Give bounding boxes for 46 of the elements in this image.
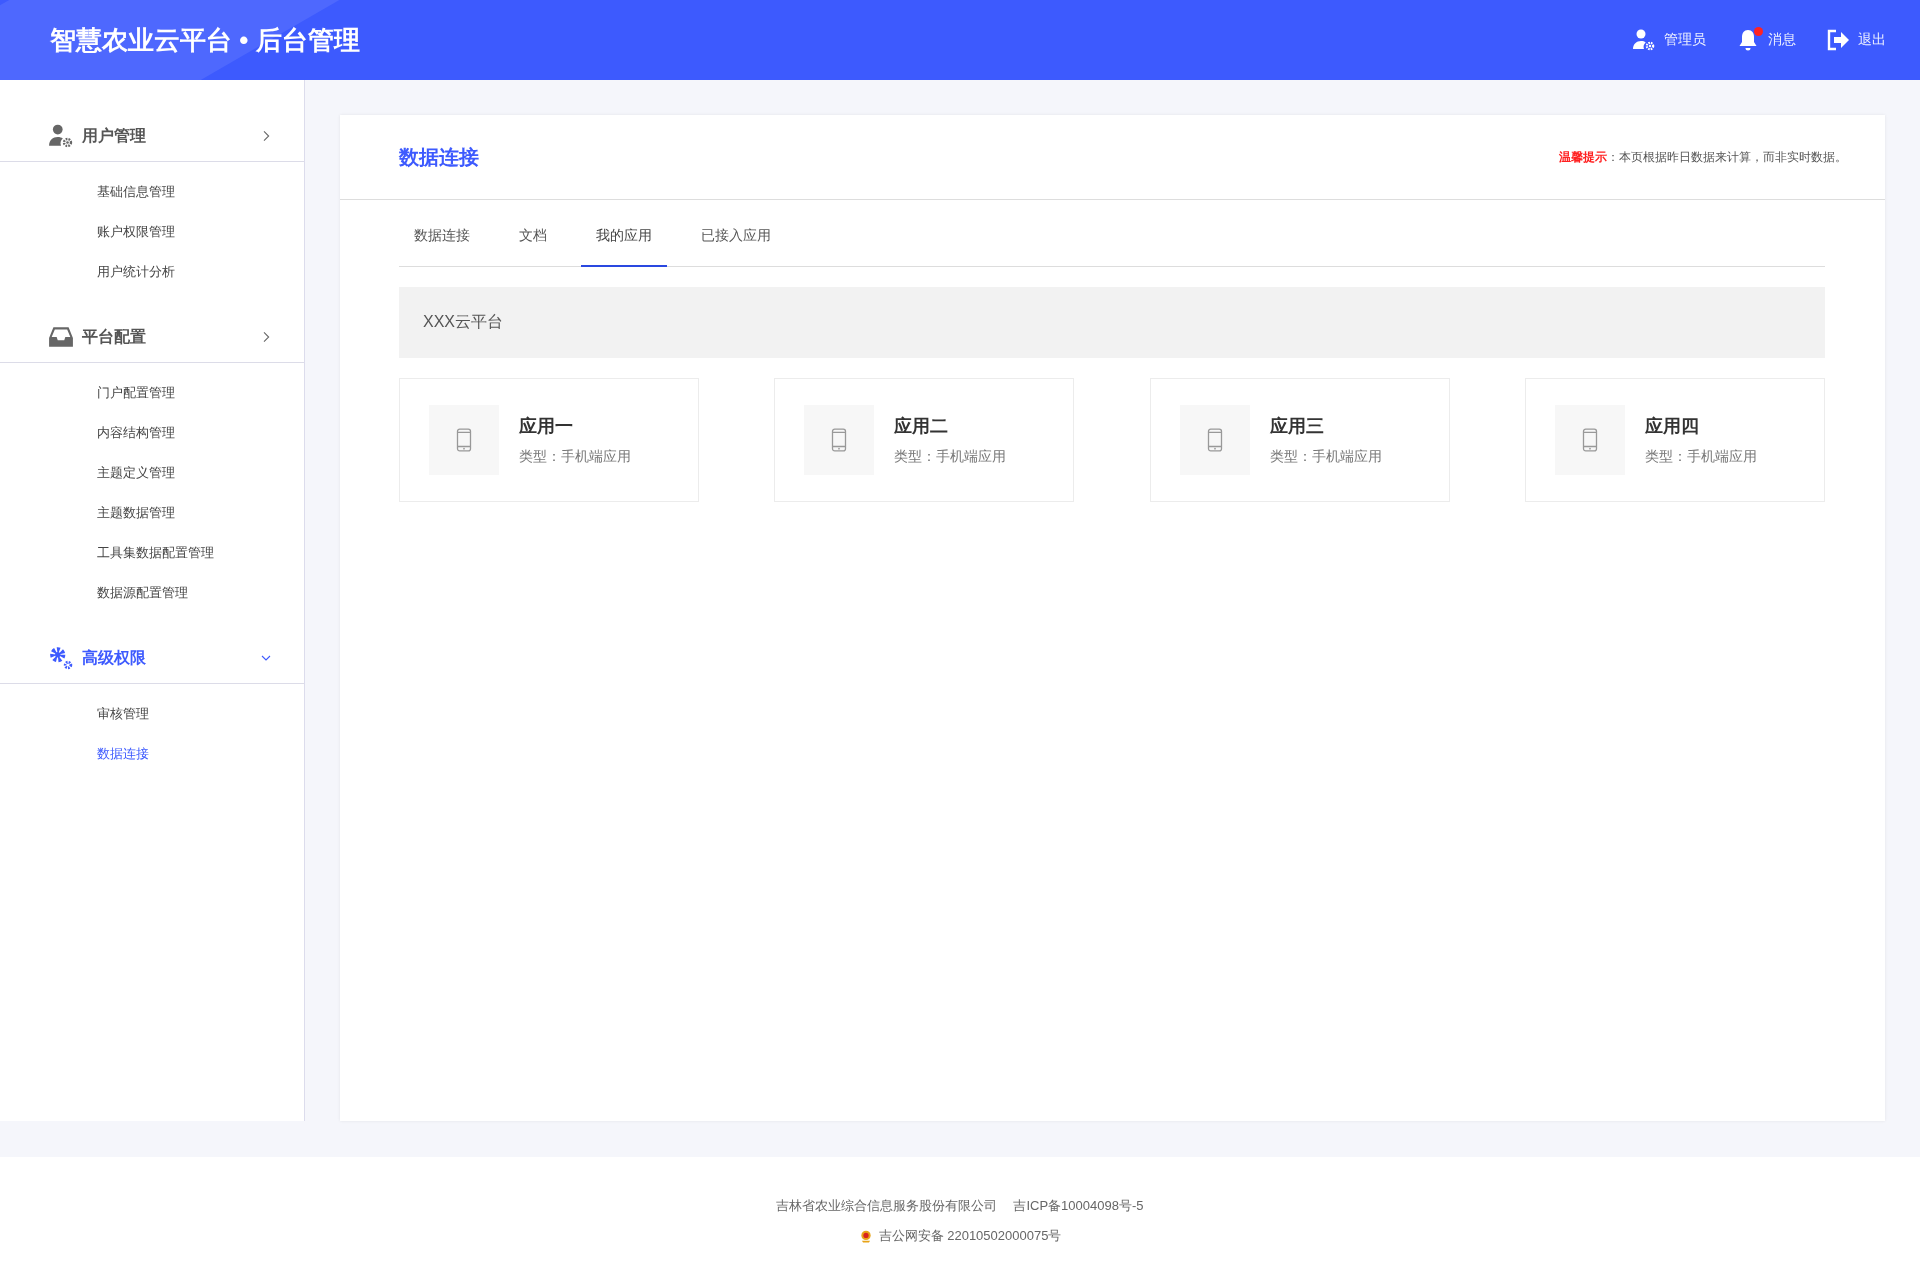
tab[interactable]: 我的应用 xyxy=(581,227,667,267)
icp-number: 吉ICP备10004098号-5 xyxy=(1013,1197,1144,1215)
tab[interactable]: 数据连接 xyxy=(399,227,485,267)
app-name: 应用四 xyxy=(1645,415,1700,438)
tab[interactable]: 文档 xyxy=(504,227,562,267)
app-type: 类型：手机端应用 xyxy=(519,448,631,466)
app-type: 类型：手机端应用 xyxy=(894,448,1007,466)
menu-item[interactable]: 数据连接 xyxy=(0,734,304,774)
menu-item[interactable]: 主题定义管理 xyxy=(0,453,304,493)
inbox-icon xyxy=(48,324,74,350)
app-card[interactable]: 应用四 类型：手机端应用 xyxy=(1525,378,1825,502)
app-title: 智慧农业云平台 • 后台管理 xyxy=(50,23,361,57)
app-card[interactable]: 应用一 类型：手机端应用 xyxy=(399,378,699,502)
police-emblem-icon xyxy=(858,1229,873,1243)
user-gear-icon xyxy=(1632,28,1656,52)
user-gear-icon xyxy=(48,123,74,149)
page-title: 数据连接 xyxy=(399,144,479,170)
menu-item[interactable]: 主题数据管理 xyxy=(0,493,304,533)
menu-item[interactable]: 数据源配置管理 xyxy=(0,573,304,613)
menu-group-header[interactable]: 用户管理 xyxy=(0,111,304,162)
police-record: 吉公网安备 22010502000075号 xyxy=(878,1227,1062,1245)
notice-text: 温馨提示：本页根据昨日数据来计算，而非实时数据。 xyxy=(1559,148,1847,166)
menu-group-header[interactable]: 平台配置 xyxy=(0,312,304,363)
app-type: 类型：手机端应用 xyxy=(1269,448,1382,466)
logout-link[interactable]: 退出 xyxy=(1826,28,1886,52)
exit-icon xyxy=(1826,28,1850,52)
tab[interactable]: 已接入应用 xyxy=(686,227,786,267)
gears-icon xyxy=(48,645,74,671)
menu-item[interactable]: 基础信息管理 xyxy=(0,172,304,212)
menu-item[interactable]: 账户权限管理 xyxy=(0,212,304,252)
company-name: 吉林省农业综合信息服务股份有限公司 xyxy=(776,1197,998,1215)
messages-link[interactable]: 消息 xyxy=(1736,28,1796,52)
admin-link[interactable]: 管理员 xyxy=(1632,28,1706,52)
menu-item[interactable]: 审核管理 xyxy=(0,694,304,734)
app-card[interactable]: 应用二 类型：手机端应用 xyxy=(774,378,1075,502)
menu-group-header[interactable]: 高级权限 xyxy=(0,633,304,684)
app-card[interactable]: 应用三 类型：手机端应用 xyxy=(1149,378,1450,502)
menu-item[interactable]: 内容结构管理 xyxy=(0,413,304,453)
app-name: 应用三 xyxy=(1269,415,1325,438)
menu-item[interactable]: 工具集数据配置管理 xyxy=(0,533,304,573)
menu-item[interactable]: 门户配置管理 xyxy=(0,373,304,413)
menu-item[interactable]: 用户统计分析 xyxy=(0,252,304,292)
app-type: 类型：手机端应用 xyxy=(1645,448,1757,466)
app-name: 应用一 xyxy=(519,415,574,438)
platform-header: XXX云平台 xyxy=(399,287,1825,358)
app-name: 应用二 xyxy=(894,415,950,438)
